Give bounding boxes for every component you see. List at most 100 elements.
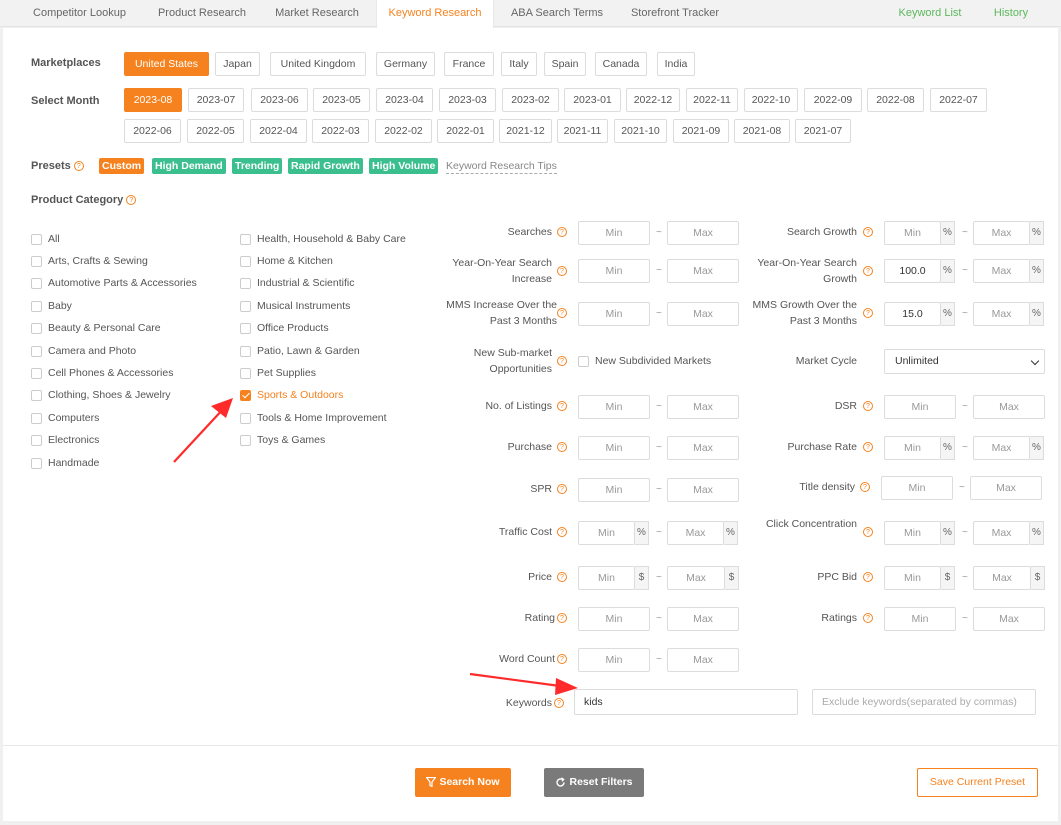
help-icon[interactable]: ? — [557, 654, 567, 664]
help-icon[interactable]: ? — [863, 227, 873, 237]
tab-keyword-research[interactable]: Keyword Research — [376, 0, 494, 28]
month-chip[interactable]: 2021-11 — [557, 119, 608, 143]
help-icon[interactable]: ? — [863, 401, 873, 411]
checkbox-box[interactable] — [31, 256, 42, 267]
purchase-rate-min-input[interactable]: Min — [884, 436, 941, 460]
search-now-button[interactable]: Search Now — [415, 768, 511, 797]
help-icon[interactable]: ? — [554, 698, 564, 708]
month-chip[interactable]: 2021-08 — [734, 119, 790, 143]
month-chip[interactable]: 2023-07 — [188, 88, 244, 112]
tab-product-research[interactable]: Product Research — [147, 0, 257, 27]
price-min-input[interactable]: Min — [578, 566, 635, 590]
save-current-preset-button[interactable]: Save Current Preset — [917, 768, 1038, 797]
month-chip[interactable]: 2023-03 — [439, 88, 496, 112]
dsr-max-input[interactable]: Max — [973, 395, 1045, 419]
month-chip[interactable]: 2022-04 — [250, 119, 307, 143]
help-icon[interactable]: ? — [557, 266, 567, 276]
word-count-min-input[interactable]: Min — [578, 648, 650, 672]
spr-min-input[interactable]: Min — [578, 478, 650, 502]
checkbox-box[interactable] — [31, 323, 42, 334]
yoy-search-growth-max-input[interactable]: Max — [973, 259, 1030, 283]
market-cycle-select[interactable]: Unlimited — [884, 349, 1045, 374]
checkbox-box[interactable] — [31, 278, 42, 289]
tab-history[interactable]: History — [985, 0, 1037, 27]
month-chip[interactable]: 2021-10 — [614, 119, 667, 143]
marketplace-chip-spain[interactable]: Spain — [544, 52, 586, 76]
month-chip[interactable]: 2022-10 — [744, 88, 798, 112]
help-icon[interactable]: ? — [860, 482, 870, 492]
tab-storefront-tracker[interactable]: Storefront Tracker — [620, 0, 730, 27]
marketplace-chip-germany[interactable]: Germany — [376, 52, 435, 76]
help-icon[interactable]: ? — [126, 195, 137, 206]
help-icon[interactable]: ? — [73, 161, 84, 172]
month-chip[interactable]: 2023-02 — [502, 88, 559, 112]
checkbox-box[interactable] — [31, 435, 42, 446]
search-growth-max-input[interactable]: Max — [973, 221, 1030, 245]
checkbox-box[interactable] — [240, 413, 251, 424]
help-icon[interactable]: ? — [863, 527, 873, 537]
month-chip[interactable]: 2022-02 — [375, 119, 432, 143]
listings-min-input[interactable]: Min — [578, 395, 650, 419]
month-chip[interactable]: 2022-06 — [124, 119, 181, 143]
title-density-max-input[interactable]: Max — [970, 476, 1042, 500]
word-count-max-input[interactable]: Max — [667, 648, 739, 672]
checkbox-box[interactable] — [31, 458, 42, 469]
month-chip[interactable]: 2022-11 — [686, 88, 738, 112]
exclude-keywords-input[interactable]: Exclude keywords(separated by commas) — [812, 689, 1036, 715]
checkbox-box[interactable] — [31, 346, 42, 357]
help-icon[interactable]: ? — [863, 266, 873, 276]
checkbox-box[interactable] — [240, 234, 251, 245]
searches-min-input[interactable]: Min — [578, 221, 650, 245]
month-chip[interactable]: 2021-07 — [795, 119, 851, 143]
help-icon[interactable]: ? — [557, 527, 567, 537]
help-icon[interactable]: ? — [557, 484, 567, 494]
checkbox-box[interactable] — [240, 346, 251, 357]
month-chip[interactable]: 2023-08 — [124, 88, 182, 112]
month-chip[interactable]: 2022-01 — [437, 119, 494, 143]
checkbox-box[interactable] — [240, 256, 251, 267]
marketplace-chip-canada[interactable]: Canada — [595, 52, 647, 76]
rating-max-input[interactable]: Max — [667, 607, 739, 631]
checkbox-checked[interactable] — [240, 390, 251, 401]
yoy-search-growth-min-input[interactable]: 100.0 — [884, 259, 941, 283]
ppc-bid-min-input[interactable]: Min — [884, 566, 941, 590]
price-max-input[interactable]: Max — [667, 566, 725, 590]
preset-high-demand[interactable]: High Demand — [152, 158, 226, 174]
search-growth-min-input[interactable]: Min — [884, 221, 941, 245]
checkbox-box[interactable] — [240, 323, 251, 334]
title-density-min-input[interactable]: Min — [881, 476, 953, 500]
month-chip[interactable]: 2022-05 — [187, 119, 244, 143]
help-icon[interactable]: ? — [863, 572, 873, 582]
help-icon[interactable]: ? — [557, 613, 567, 623]
month-chip[interactable]: 2021-09 — [673, 119, 729, 143]
preset-trending[interactable]: Trending — [232, 158, 283, 174]
month-chip[interactable]: 2022-03 — [312, 119, 369, 143]
month-chip[interactable]: 2022-07 — [930, 88, 987, 112]
purchase-rate-max-input[interactable]: Max — [973, 436, 1030, 460]
marketplace-chip-japan[interactable]: Japan — [215, 52, 260, 76]
month-chip[interactable]: 2023-01 — [564, 88, 621, 112]
month-chip[interactable]: 2023-05 — [313, 88, 370, 112]
click-concentration-max-input[interactable]: Max — [973, 521, 1030, 545]
help-icon[interactable]: ? — [557, 356, 567, 366]
help-icon[interactable]: ? — [557, 442, 567, 452]
checkbox-box[interactable] — [578, 356, 589, 367]
click-concentration-min-input[interactable]: Min — [884, 521, 941, 545]
purchase-min-input[interactable]: Min — [578, 436, 650, 460]
traffic-cost-min-input[interactable]: Min — [578, 521, 635, 545]
checkbox-box[interactable] — [240, 278, 251, 289]
reset-filters-button[interactable]: Reset Filters — [544, 768, 644, 797]
mms-growth-min-input[interactable]: 15.0 — [884, 302, 941, 326]
month-chip[interactable]: 2022-08 — [867, 88, 924, 112]
marketplace-chip-france[interactable]: France — [444, 52, 494, 76]
checkbox-box[interactable] — [31, 390, 42, 401]
checkbox-box[interactable] — [240, 301, 251, 312]
checkbox-box[interactable] — [31, 234, 42, 245]
month-chip[interactable]: 2022-12 — [626, 88, 680, 112]
purchase-max-input[interactable]: Max — [667, 436, 739, 460]
mms-increase-min-input[interactable]: Min — [578, 302, 650, 326]
dsr-min-input[interactable]: Min — [884, 395, 956, 419]
help-icon[interactable]: ? — [863, 308, 873, 318]
listings-max-input[interactable]: Max — [667, 395, 739, 419]
checkbox-box[interactable] — [31, 413, 42, 424]
